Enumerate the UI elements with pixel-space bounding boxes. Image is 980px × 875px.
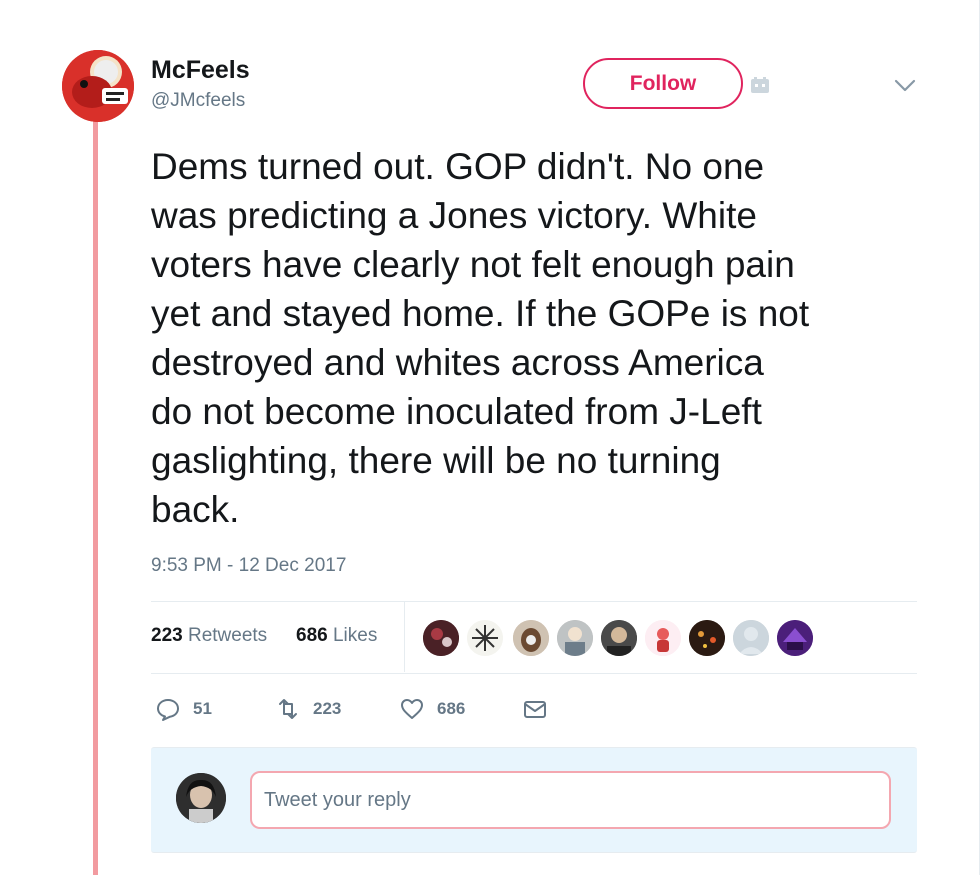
liker-avatar[interactable] (732, 619, 770, 657)
thread-line (93, 118, 98, 875)
liker-avatar[interactable] (776, 619, 814, 657)
author-avatar-image (62, 50, 134, 122)
liker-avatar[interactable] (466, 619, 504, 657)
liker-avatar[interactable] (422, 619, 460, 657)
retweets-stat-count: 223 (151, 625, 183, 646)
author-display-name[interactable]: McFeels (151, 56, 250, 85)
likes-stat[interactable]: 686 Likes (296, 625, 377, 647)
chevron-down-icon[interactable] (893, 76, 917, 94)
tweet-text: Dems turned out. GOP didn't. No one was … (151, 146, 810, 530)
current-user-avatar-image (176, 773, 226, 823)
stats-separator (404, 602, 405, 672)
liker-avatar[interactable] (644, 619, 682, 657)
liker-avatar[interactable] (688, 619, 726, 657)
heart-icon (401, 699, 423, 719)
divider-bottom (151, 673, 917, 674)
reply-input[interactable]: Tweet your reply (250, 771, 891, 829)
retweets-stat[interactable]: 223 Retweets (151, 625, 267, 647)
likes-stat-count: 686 (296, 625, 328, 646)
reply-icon (157, 699, 179, 721)
like-count: 686 (437, 699, 466, 718)
envelope-icon (524, 701, 546, 718)
likes-stat-label: Likes (332, 625, 378, 646)
retweet-icon (279, 699, 297, 719)
tweet-timestamp[interactable]: 9:53 PM - 12 Dec 2017 (151, 555, 346, 577)
liker-avatar[interactable] (512, 619, 550, 657)
retweet-count: 223 (313, 699, 342, 718)
reply-count: 51 (193, 699, 212, 718)
direct-message-action[interactable] (522, 695, 560, 723)
retweets-stat-label: Retweets (187, 625, 268, 646)
robot-icon[interactable] (750, 76, 770, 94)
reply-action[interactable]: 51 (155, 695, 212, 723)
current-user-avatar (176, 773, 226, 823)
follow-button[interactable]: Follow (583, 58, 743, 109)
retweet-action[interactable]: 223 (275, 695, 341, 723)
author-handle[interactable]: @JMcfeels (151, 90, 245, 112)
divider-top (151, 601, 917, 602)
liker-avatar[interactable] (600, 619, 638, 657)
like-action[interactable]: 686 (399, 695, 465, 723)
liker-avatar[interactable] (556, 619, 594, 657)
author-avatar[interactable] (62, 50, 134, 122)
